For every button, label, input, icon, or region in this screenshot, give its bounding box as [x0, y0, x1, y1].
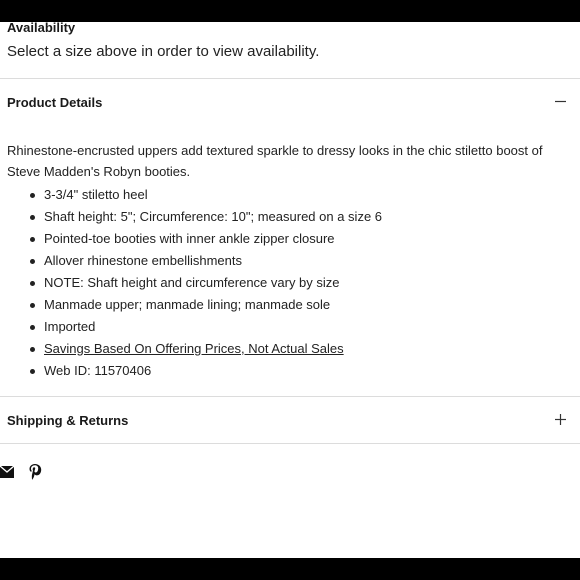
shipping-returns-title: Shipping & Returns — [7, 413, 129, 428]
product-details-title: Product Details — [7, 95, 103, 110]
list-item: Savings Based On Offering Prices, Not Ac… — [7, 338, 382, 360]
availability-heading: Availability — [7, 20, 76, 35]
web-id: Web ID: 11570406 — [7, 360, 382, 382]
divider — [0, 443, 580, 444]
bottom-bar — [0, 558, 580, 580]
list-item: Imported — [7, 316, 382, 338]
savings-disclaimer-link[interactable]: Savings Based On Offering Prices, Not Ac… — [44, 341, 344, 356]
availability-message: Select a size above in order to view ava… — [7, 43, 320, 60]
product-description: Rhinestone-encrusted uppers add textured… — [7, 143, 543, 179]
list-item: Shaft height: 5"; Circumference: 10"; me… — [7, 206, 382, 228]
list-item: Pointed-toe booties with inner ankle zip… — [7, 228, 382, 250]
pinterest-icon[interactable] — [28, 463, 42, 481]
minus-icon[interactable] — [555, 96, 566, 107]
top-bar — [0, 0, 580, 22]
list-item: NOTE: Shaft height and circumference var… — [7, 272, 382, 294]
list-item: 3-3/4" stiletto heel — [7, 184, 382, 206]
list-item: Allover rhinestone embellishments — [7, 250, 382, 272]
list-item: Manmade upper; manmade lining; manmade s… — [7, 294, 382, 316]
envelope-icon[interactable] — [0, 465, 15, 478]
shipping-returns-header[interactable]: Shipping & Returns — [0, 397, 580, 443]
product-details-list: 3-3/4" stiletto heel Shaft height: 5"; C… — [7, 184, 382, 382]
product-details-header[interactable]: Product Details — [0, 79, 580, 125]
plus-icon[interactable] — [555, 414, 566, 425]
